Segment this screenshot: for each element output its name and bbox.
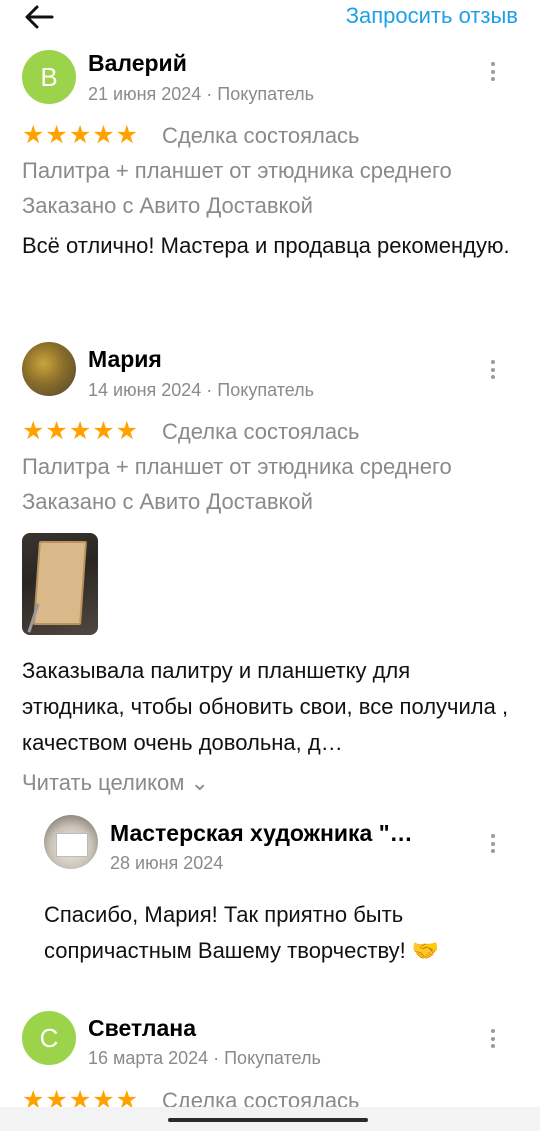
review-photo[interactable]: [22, 533, 98, 635]
home-indicator[interactable]: [168, 1118, 368, 1122]
home-indicator-bar: [0, 1107, 540, 1131]
deal-status: Сделка состоялась: [162, 419, 360, 444]
review-text: Заказывала палитру и планшетку для этюдн…: [22, 658, 509, 755]
review-meta: 16 марта 2024 · Покупатель: [88, 1048, 321, 1068]
review-meta: 14 июня 2024 · Покупатель: [88, 380, 315, 400]
avatar[interactable]: В: [22, 50, 76, 104]
seller-name[interactable]: Мастерская художника "…: [110, 820, 455, 847]
seller-avatar[interactable]: [44, 815, 98, 869]
more-options-icon[interactable]: [488, 834, 498, 856]
review-text: Всё отлично! Мастера и продавца рекоменд…: [22, 233, 510, 258]
reply-date: 28 июня 2024: [110, 853, 224, 873]
more-options-icon[interactable]: [488, 62, 498, 84]
avatar[interactable]: С: [22, 1011, 76, 1065]
request-review-link[interactable]: Запросить отзыв: [346, 3, 518, 29]
more-options-icon[interactable]: [488, 360, 498, 382]
more-options-icon[interactable]: [488, 1029, 498, 1051]
rating-stars: ★★★★★: [22, 121, 140, 149]
item-title[interactable]: Палитра + планшет от этюдника среднего: [22, 454, 452, 480]
item-title[interactable]: Палитра + планшет от этюдника среднего: [22, 158, 452, 184]
delivery-note: Заказано с Авито Доставкой: [22, 489, 313, 514]
reviewer-name[interactable]: Светлана: [88, 1015, 196, 1042]
reply-text: Спасибо, Мария! Так приятно быть соприча…: [44, 902, 440, 963]
arrow-left-icon[interactable]: [24, 4, 54, 30]
reviewer-name[interactable]: Мария: [88, 346, 162, 373]
review-meta: 21 июня 2024 · Покупатель: [88, 84, 315, 104]
reviewer-name[interactable]: Валерий: [88, 50, 187, 77]
deal-status: Сделка состоялась: [162, 123, 360, 148]
top-bar: Запросить отзыв: [0, 0, 540, 40]
rating-stars: ★★★★★: [22, 417, 140, 445]
read-more-link[interactable]: Читать целиком ⌄: [22, 770, 209, 796]
delivery-note: Заказано с Авито Доставкой: [22, 193, 313, 218]
avatar[interactable]: [22, 342, 76, 396]
